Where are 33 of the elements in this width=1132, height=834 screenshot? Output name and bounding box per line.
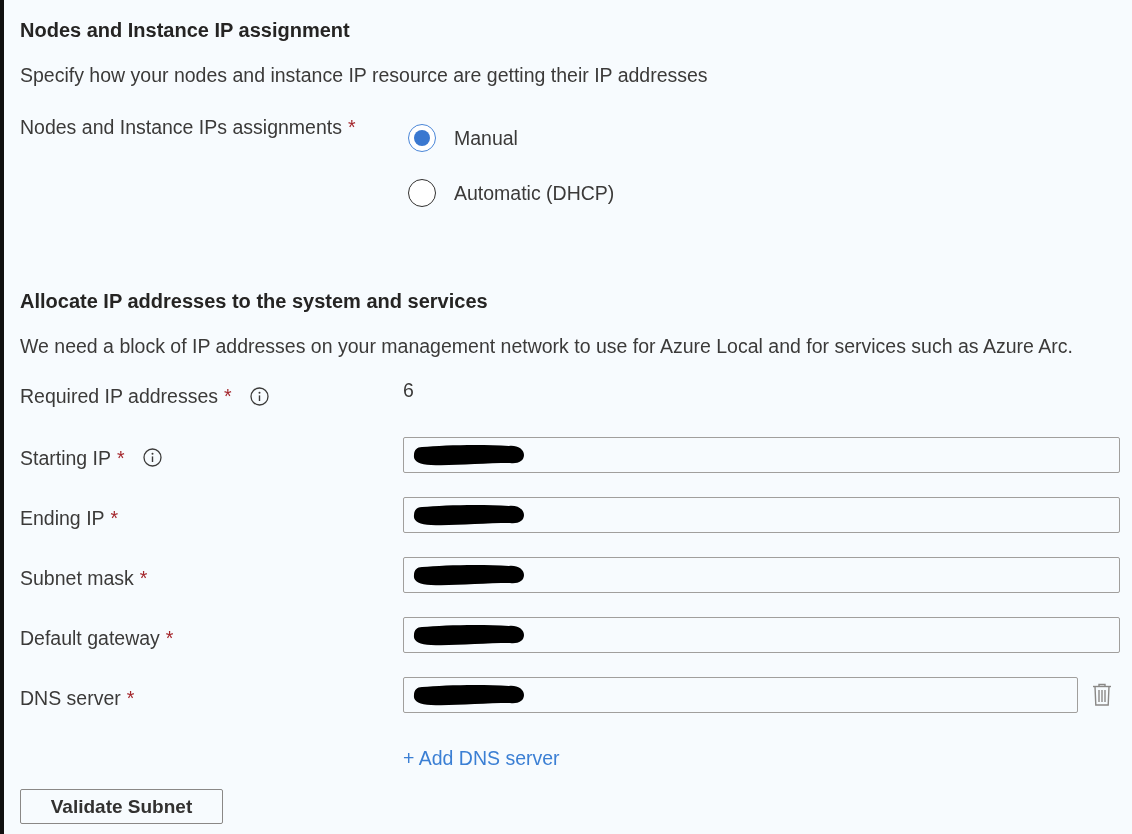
required-asterisk: * — [224, 384, 232, 408]
required-asterisk: * — [347, 115, 356, 139]
required-asterisk: * — [110, 505, 119, 530]
radio-circle[interactable] — [408, 179, 436, 207]
section-description: Specify how your nodes and instance IP resource are getting their IP addresses — [20, 63, 709, 87]
required-asterisk: * — [117, 445, 125, 470]
validate-subnet-button[interactable]: Validate Subnet — [20, 789, 223, 824]
field-label: Ending IP — [20, 505, 105, 530]
field-label: Starting IP — [20, 445, 112, 470]
text-input[interactable] — [403, 437, 1120, 473]
field-label: Subnet mask — [20, 565, 134, 590]
text-input[interactable] — [403, 497, 1120, 533]
text-input[interactable] — [403, 557, 1120, 593]
field-label: DNS server — [20, 685, 121, 710]
info-icon[interactable] — [142, 448, 162, 467]
section-description: We need a block of IP addresses on your management network to use for Azure Local and for services such as Azure Arc. — [20, 334, 1074, 358]
required-asterisk: * — [165, 625, 174, 650]
required-asterisk: * — [139, 565, 148, 590]
info-icon[interactable] — [249, 386, 269, 406]
text-input[interactable] — [403, 617, 1120, 653]
trash-icon[interactable] — [1092, 683, 1112, 707]
add-dns-server-link[interactable]: + Add DNS server — [403, 746, 560, 770]
field-value: 6 — [403, 378, 414, 402]
required-asterisk: * — [126, 685, 135, 710]
field-label: Default gateway — [20, 625, 160, 650]
text-input[interactable] — [403, 677, 1078, 713]
radio-option[interactable]: Automatic (DHCP) — [403, 179, 615, 207]
section-heading: Allocate IP addresses to the system and services — [20, 289, 489, 313]
radio-option[interactable]: Manual — [403, 124, 518, 152]
radio-circle[interactable] — [408, 124, 436, 152]
field-label: Required IP addresses — [20, 384, 218, 408]
field-label: Nodes and Instance IPs assignments — [20, 115, 342, 139]
section-heading: Nodes and Instance IP assignment — [20, 18, 351, 42]
